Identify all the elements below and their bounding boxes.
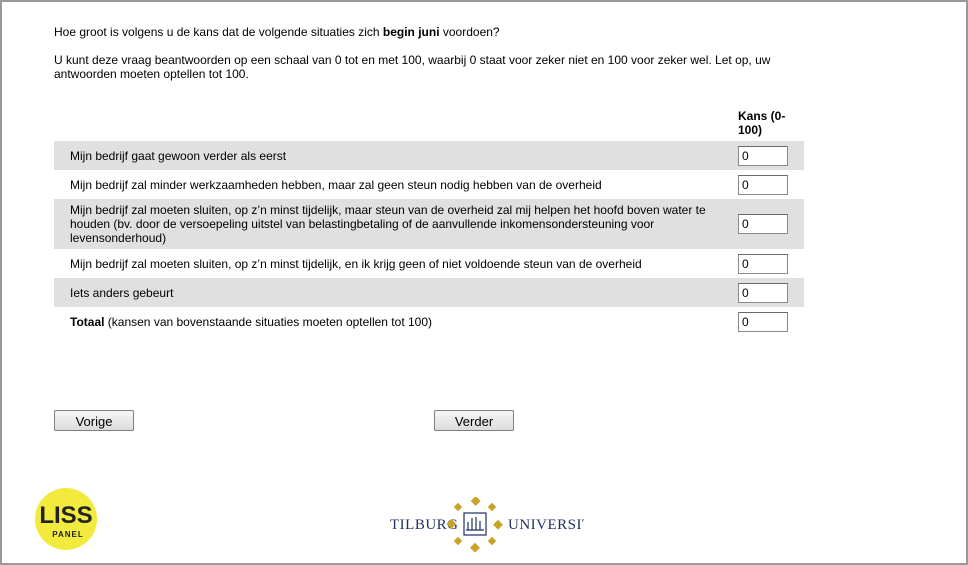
question-text: Hoe groot is volgens u de kans dat de vo… (54, 25, 794, 39)
table-row: Iets anders gebeurt (54, 278, 804, 307)
table-row: Mijn bedrijf zal minder werkzaamheden he… (54, 170, 804, 199)
row-label: Iets anders gebeurt (70, 285, 174, 300)
total-row: Totaal (kansen van bovenstaande situatie… (54, 307, 804, 336)
liss-logo-text: LISS (39, 502, 92, 529)
total-label-bold: Totaal (70, 314, 105, 329)
probability-input-1[interactable] (738, 145, 788, 166)
probability-input-5[interactable] (738, 282, 788, 303)
liss-logo-subtext: PANEL (52, 530, 84, 539)
question-emphasis: begin juni (382, 25, 440, 39)
row-label: Mijn bedrijf zal minder werkzaamheden he… (70, 177, 602, 192)
tilburg-emblem-icon (446, 497, 503, 553)
previous-button[interactable]: Vorige (54, 410, 134, 431)
question-prefix: Hoe groot is volgens u de kans dat de vo… (54, 25, 383, 39)
next-button[interactable]: Verder (434, 410, 514, 431)
tilburg-university-logo: TILBURG UNIVERSITY (390, 497, 584, 553)
instruction-text: U kunt deze vraag beantwoorden op een sc… (54, 53, 771, 81)
row-label: Mijn bedrijf zal moeten sluiten, op z’n … (70, 256, 642, 271)
table-row: Mijn bedrijf gaat gewoon verder als eers… (54, 141, 804, 170)
column-header-kans: Kans (0-100) (738, 109, 786, 137)
total-label-rest: (kansen van bovenstaande situaties moete… (104, 314, 433, 329)
answer-table: Mijn bedrijf gaat gewoon verder als eers… (54, 141, 804, 336)
table-row: Mijn bedrijf zal moeten sluiten, op z’n … (54, 199, 804, 249)
total-label: Totaal (kansen van bovenstaande situatie… (54, 315, 728, 329)
tilburg-logo-right-text: UNIVERSITY (508, 517, 584, 533)
liss-panel-logo: LISS PANEL (35, 488, 97, 550)
total-input[interactable] (738, 311, 788, 332)
probability-input-3[interactable] (738, 214, 788, 234)
probability-input-2[interactable] (738, 174, 788, 195)
row-label: Mijn bedrijf zal moeten sluiten, op z’n … (70, 203, 706, 245)
table-row: Mijn bedrijf zal moeten sluiten, op z’n … (54, 249, 804, 278)
row-label: Mijn bedrijf gaat gewoon verder als eers… (70, 148, 287, 163)
question-suffix: voordoen? (439, 25, 500, 39)
probability-input-4[interactable] (738, 253, 788, 274)
